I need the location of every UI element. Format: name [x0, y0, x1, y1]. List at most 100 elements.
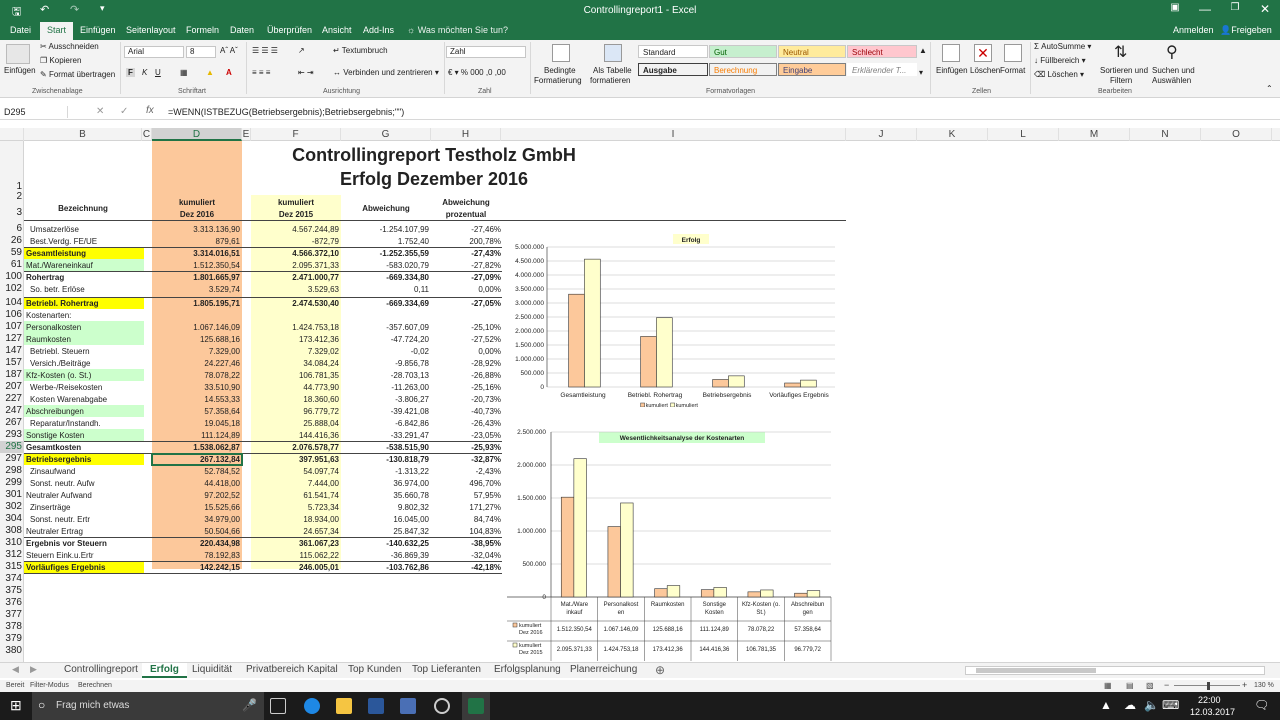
fill-button[interactable]: ↓ Füllbereich ▾ — [1034, 56, 1086, 65]
table-cell[interactable]: 7.444,00 — [251, 478, 339, 489]
table-cell[interactable]: Sonstige Kosten — [26, 430, 144, 441]
clock-time[interactable]: 22:00 — [1198, 695, 1221, 705]
table-cell[interactable]: 25.847,32 — [341, 526, 429, 537]
row-header[interactable]: 147 — [0, 345, 23, 357]
find-select-icon[interactable]: ⚲ — [1166, 42, 1178, 62]
table-cell[interactable]: 1.538.062,87 — [152, 442, 240, 453]
column-header[interactable]: H — [431, 128, 501, 141]
underline-button[interactable]: U — [155, 68, 161, 77]
autosum-button[interactable]: Σ AutoSumme ▾ — [1034, 42, 1091, 51]
table-cell[interactable]: 7.329,02 — [251, 346, 339, 357]
table-cell[interactable]: Best.Verdg. FE/UE — [26, 236, 144, 247]
app-icon[interactable] — [400, 698, 416, 714]
tab-start[interactable]: Start — [40, 22, 74, 40]
table-cell[interactable]: -0,02 — [341, 346, 429, 357]
table-cell[interactable]: -130.818,79 — [341, 454, 429, 465]
keyboard-icon[interactable]: ⌨ — [1162, 698, 1179, 712]
column-header[interactable]: M — [1059, 128, 1130, 141]
zoom-slider-thumb[interactable] — [1207, 682, 1210, 690]
table-cell[interactable]: 18.934,00 — [251, 514, 339, 525]
style-neutral[interactable]: Neutral — [778, 45, 846, 58]
table-cell[interactable]: 96.779,72 — [251, 406, 339, 417]
table-cell[interactable]: Neutraler Ertrag — [26, 526, 144, 537]
table-cell[interactable]: 57.358,64 — [152, 406, 240, 417]
row-header[interactable]: 293 — [0, 429, 23, 441]
word-icon[interactable] — [368, 698, 384, 714]
sheet-tab[interactable]: Erfolg — [142, 663, 187, 678]
table-cell[interactable]: 24.227,46 — [152, 358, 240, 369]
conditional-format-icon[interactable] — [552, 44, 570, 62]
table-cell[interactable]: 19.045,18 — [152, 418, 240, 429]
table-cell[interactable]: 34.084,24 — [251, 358, 339, 369]
style-input[interactable]: Eingabe — [778, 63, 846, 76]
table-cell[interactable]: -20,73% — [431, 394, 501, 405]
table-cell[interactable]: -26,88% — [431, 370, 501, 381]
bold-button[interactable]: F — [126, 68, 135, 77]
table-cell[interactable]: 34.979,00 — [152, 514, 240, 525]
table-cell[interactable]: Neutraler Aufwand — [26, 490, 144, 501]
column-header[interactable]: G — [341, 128, 431, 141]
table-cell[interactable]: 879,61 — [152, 236, 240, 247]
restore-button[interactable]: ❐ — [1220, 2, 1250, 13]
table-cell[interactable]: Steuern Eink.u.Ertr — [26, 550, 144, 561]
table-cell[interactable]: Raumkosten — [26, 334, 144, 345]
table-cell[interactable] — [251, 310, 339, 321]
table-cell[interactable]: -9.856,78 — [341, 358, 429, 369]
table-cell[interactable]: 18.360,60 — [251, 394, 339, 405]
table-cell[interactable]: 4.567.244,89 — [251, 224, 339, 235]
collapse-ribbon-icon[interactable]: ⌃ — [1266, 84, 1273, 93]
tab-formulas[interactable]: Formeln — [186, 25, 219, 35]
table-cell[interactable]: -28.703,13 — [341, 370, 429, 381]
row-header[interactable]: 61 — [0, 259, 23, 271]
copy-button[interactable]: ❐ Kopieren — [40, 56, 81, 65]
column-header[interactable]: L — [988, 128, 1059, 141]
font-size-select[interactable]: 8 — [186, 46, 216, 58]
table-cell[interactable]: -28,92% — [431, 358, 501, 369]
erfolg-chart[interactable]: Erfolg 5.000.000 4.500.000 4.000.000 3.500.0… — [503, 229, 838, 407]
insert-cells-icon[interactable] — [942, 44, 960, 62]
tab-view[interactable]: Ansicht — [322, 25, 352, 35]
row-header[interactable]: 227 — [0, 393, 23, 405]
file-explorer-icon[interactable] — [336, 698, 352, 714]
table-cell[interactable]: -669.334,80 — [341, 272, 429, 283]
row-header[interactable]: 157 — [0, 357, 23, 369]
table-cell[interactable]: 24.657,34 — [251, 526, 339, 537]
horizontal-scrollbar[interactable] — [965, 666, 1265, 675]
table-cell[interactable]: So. betr. Erlöse — [26, 284, 144, 295]
table-cell[interactable]: -27,46% — [431, 224, 501, 235]
table-cell[interactable]: 397.951,63 — [251, 454, 339, 465]
format-as-table-icon[interactable] — [604, 44, 622, 62]
zoom-out-icon[interactable]: − — [1164, 680, 1169, 690]
row-header[interactable]: 187 — [0, 369, 23, 381]
table-cell[interactable]: 16.045,00 — [341, 514, 429, 525]
page-break-view-icon[interactable]: ▧ — [1146, 681, 1154, 690]
sheet-tab[interactable]: Top Kunden — [340, 663, 409, 678]
format-as-table-button[interactable]: Als Tabelle — [593, 66, 632, 75]
orientation-icon[interactable]: ↗ — [298, 46, 305, 55]
font-color-icon[interactable]: A — [226, 68, 232, 77]
column-header[interactable]: C — [142, 128, 152, 141]
row-header[interactable]: 380 — [0, 645, 23, 657]
column-header[interactable]: I — [501, 128, 846, 141]
row-header[interactable]: 100 — [0, 271, 23, 283]
table-cell[interactable]: 106.781,35 — [251, 370, 339, 381]
row-header[interactable]: 102 — [0, 283, 23, 295]
insert-function-icon[interactable]: fx — [146, 105, 154, 116]
indent-icon[interactable]: ⇤ ⇥ — [298, 68, 314, 77]
table-cell[interactable]: 1.424.753,18 — [251, 322, 339, 333]
table-cell[interactable]: Kfz-Kosten (o. St.) — [26, 370, 144, 381]
table-cell[interactable]: Betriebl. Steuern — [26, 346, 144, 357]
table-cell[interactable]: -25,10% — [431, 322, 501, 333]
next-sheet-icon[interactable]: ▶ — [30, 664, 37, 675]
table-cell[interactable]: -26,43% — [431, 418, 501, 429]
table-cell[interactable]: 52.784,52 — [152, 466, 240, 477]
format-cells-icon[interactable] — [1004, 44, 1022, 62]
table-cell[interactable]: -11.263,00 — [341, 382, 429, 393]
table-cell[interactable]: -1.254.107,99 — [341, 224, 429, 235]
table-cell[interactable]: 0,11 — [341, 284, 429, 295]
ribbon-display-options-icon[interactable]: ▣ — [1160, 2, 1190, 13]
volume-icon[interactable]: 🔈 — [1144, 698, 1159, 712]
row-header[interactable]: 310 — [0, 537, 23, 549]
insert-cells-button[interactable]: Einfügen — [936, 66, 968, 75]
table-cell[interactable]: Abschreibungen — [26, 406, 144, 417]
